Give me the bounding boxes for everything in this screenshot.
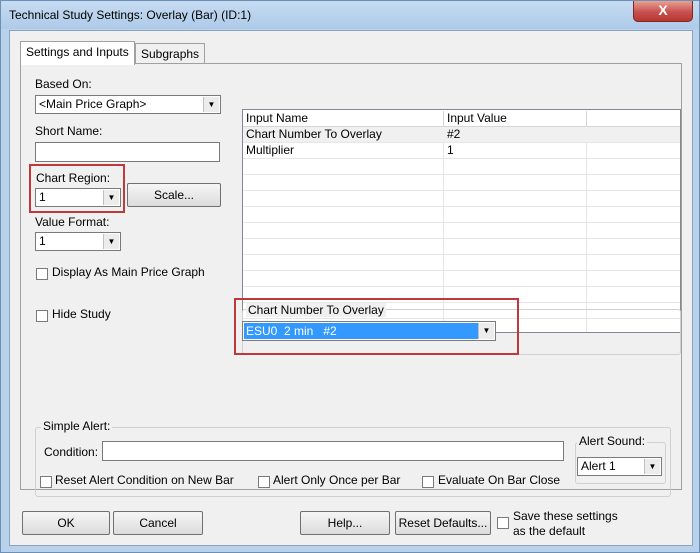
chevron-down-icon: ▼ bbox=[644, 459, 660, 474]
close-button[interactable]: X bbox=[633, 1, 693, 22]
tab-settings-and-inputs[interactable]: Settings and Inputs bbox=[20, 41, 135, 65]
based-on-value: <Main Price Graph> bbox=[39, 97, 147, 111]
evaluate-bar-close-checkbox[interactable] bbox=[422, 476, 434, 488]
column-header-input-name[interactable]: Input Name bbox=[243, 111, 444, 126]
alert-once-label: Alert Only Once per Bar bbox=[273, 473, 401, 487]
chevron-down-icon: ▼ bbox=[478, 323, 494, 339]
cancel-button[interactable]: Cancel bbox=[113, 511, 203, 535]
settings-dialog: Technical Study Settings: Overlay (Bar) … bbox=[0, 0, 700, 553]
alert-sound-value: Alert 1 bbox=[581, 459, 616, 473]
alert-sound-label: Alert Sound: bbox=[577, 434, 648, 448]
chevron-down-icon: ▼ bbox=[203, 97, 219, 112]
scale-button[interactable]: Scale... bbox=[127, 183, 221, 207]
inputs-table-header: Input Name Input Value bbox=[243, 110, 680, 127]
short-name-input[interactable] bbox=[35, 142, 220, 162]
value-format-select[interactable]: 1 ▼ bbox=[35, 232, 121, 251]
chart-number-select[interactable]: ESU0 2 min #2 ▼ bbox=[242, 321, 496, 341]
alert-once-checkbox[interactable] bbox=[258, 476, 270, 488]
save-default-checkbox[interactable] bbox=[497, 517, 509, 529]
input-editor-label: Chart Number To Overlay bbox=[246, 303, 386, 317]
simple-alert-label: Simple Alert: bbox=[41, 419, 113, 433]
value-format-value: 1 bbox=[39, 234, 46, 248]
save-default-label-line1: Save these settings bbox=[513, 509, 618, 523]
chart-number-value: ESU0 2 min #2 bbox=[244, 323, 478, 339]
chevron-down-icon: ▼ bbox=[103, 234, 119, 249]
chart-region-label: Chart Region: bbox=[36, 171, 111, 185]
value-format-label: Value Format: bbox=[35, 215, 110, 229]
column-header-input-value[interactable]: Input Value bbox=[444, 111, 587, 126]
alert-sound-select[interactable]: Alert 1 ▼ bbox=[577, 457, 662, 476]
based-on-select[interactable]: <Main Price Graph> ▼ bbox=[35, 95, 221, 114]
settings-panel: Based On: <Main Price Graph> ▼ Short Nam… bbox=[20, 63, 682, 497]
ok-button[interactable]: OK bbox=[22, 511, 110, 535]
chart-region-value: 1 bbox=[39, 190, 46, 204]
reset-defaults-button[interactable]: Reset Defaults... bbox=[395, 511, 491, 535]
evaluate-bar-close-label: Evaluate On Bar Close bbox=[438, 473, 561, 487]
title-bar[interactable]: Technical Study Settings: Overlay (Bar) … bbox=[1, 1, 699, 29]
window-title: Technical Study Settings: Overlay (Bar) … bbox=[9, 8, 252, 22]
save-default-label-line2: as the default bbox=[513, 524, 586, 538]
reset-alert-checkbox[interactable] bbox=[40, 476, 52, 488]
close-icon: X bbox=[658, 2, 668, 18]
condition-label: Condition: bbox=[44, 445, 99, 459]
based-on-label: Based On: bbox=[35, 77, 92, 91]
hide-study-checkbox[interactable] bbox=[36, 310, 48, 322]
tab-subgraphs[interactable]: Subgraphs bbox=[135, 43, 206, 64]
reset-alert-label: Reset Alert Condition on New Bar bbox=[55, 473, 234, 487]
chart-region-select[interactable]: 1 ▼ bbox=[35, 188, 121, 207]
help-button[interactable]: Help... bbox=[300, 511, 390, 535]
chevron-down-icon: ▼ bbox=[103, 190, 119, 205]
dialog-body: Settings and Inputs Subgraphs Based On: … bbox=[9, 30, 693, 546]
display-as-main-checkbox[interactable] bbox=[36, 268, 48, 280]
condition-input[interactable] bbox=[102, 441, 564, 461]
display-as-main-label: Display As Main Price Graph bbox=[52, 265, 205, 279]
hide-study-label: Hide Study bbox=[52, 307, 111, 321]
short-name-label: Short Name: bbox=[35, 124, 103, 138]
table-row[interactable]: Multiplier 1 bbox=[243, 143, 680, 159]
table-row[interactable]: Chart Number To Overlay #2 bbox=[243, 127, 680, 143]
